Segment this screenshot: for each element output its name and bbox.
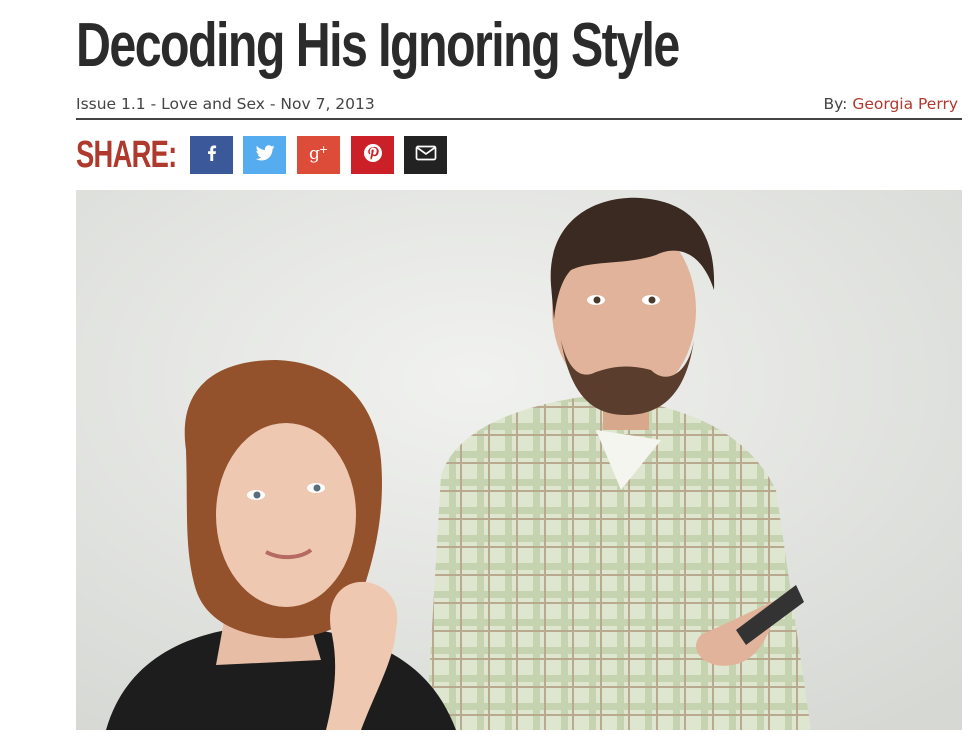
- google-plus-icon: g +: [307, 142, 331, 168]
- share-label: SHARE:: [76, 134, 177, 176]
- issue-line: Issue 1.1 - Love and Sex - Nov 7, 2013: [76, 95, 375, 113]
- article-hero-image: [76, 190, 962, 730]
- author-link[interactable]: Georgia Perry: [852, 95, 958, 113]
- pinterest-icon: [362, 142, 384, 168]
- byline: By: Georgia Perry: [823, 95, 958, 113]
- twitter-icon: [253, 142, 277, 168]
- article-title: Decoding His Ignoring Style: [76, 11, 680, 80]
- facebook-icon: [201, 142, 223, 168]
- twitter-share-button[interactable]: [243, 136, 286, 174]
- svg-text:+: +: [319, 143, 328, 156]
- pinterest-share-button[interactable]: [351, 136, 394, 174]
- facebook-share-button[interactable]: [190, 136, 233, 174]
- email-share-button[interactable]: [404, 136, 447, 174]
- article-meta: Issue 1.1 - Love and Sex - Nov 7, 2013 B…: [76, 94, 962, 120]
- google-plus-share-button[interactable]: g +: [297, 136, 340, 174]
- by-label: By:: [823, 95, 848, 113]
- email-icon: [414, 143, 438, 167]
